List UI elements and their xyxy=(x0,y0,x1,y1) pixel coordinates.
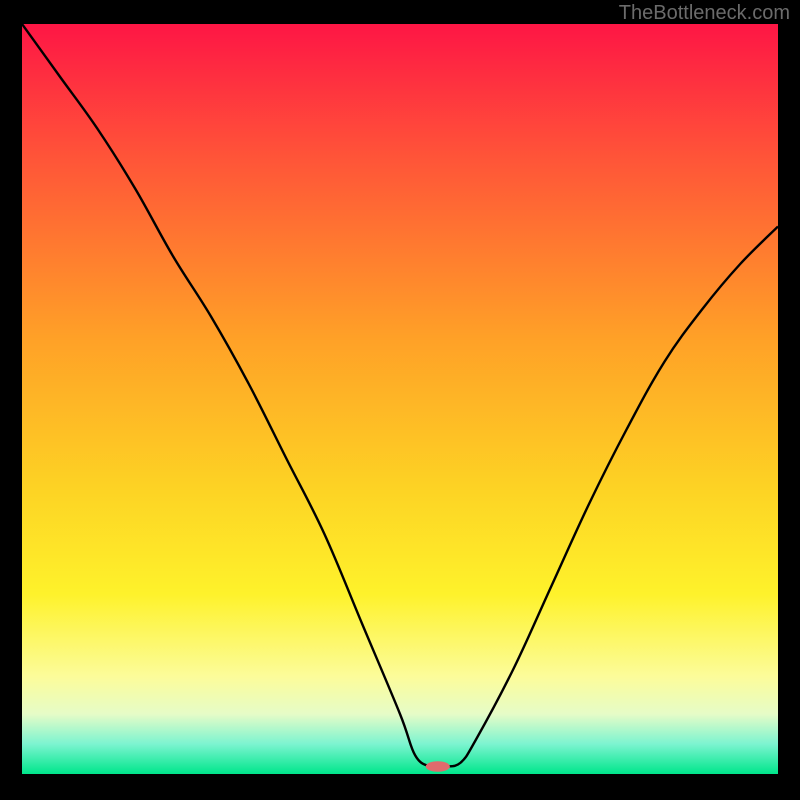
optimum-marker xyxy=(426,761,450,772)
bottleneck-chart xyxy=(22,24,778,774)
chart-area xyxy=(22,24,778,774)
attribution-text: TheBottleneck.com xyxy=(619,2,790,25)
gradient-background xyxy=(22,24,778,774)
